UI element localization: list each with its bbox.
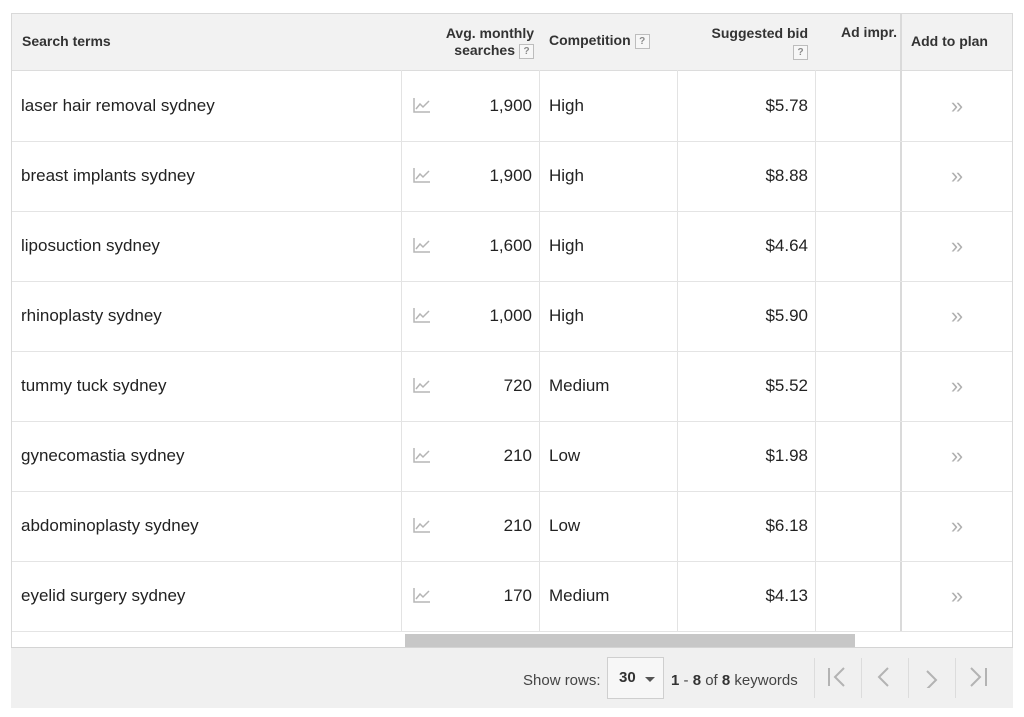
trend-chart-icon[interactable] <box>413 351 431 421</box>
table-header: Search terms Avg. monthly searches? Comp… <box>12 14 1012 71</box>
suggested-bid: $8.88 <box>765 166 808 185</box>
search-term: eyelid surgery sydney <box>21 586 186 605</box>
trend-chart-icon[interactable] <box>413 141 431 211</box>
add-to-plan-chevron-icon[interactable]: » <box>947 281 967 351</box>
competition: Low <box>549 516 581 535</box>
avg-monthly-searches: 210 <box>503 516 532 535</box>
competition: High <box>549 166 584 185</box>
table-row: laser hair removal sydney 1,900 High $5.78 » <box>12 71 1012 142</box>
table-row: liposuction sydney 1,600 High $4.64 » <box>12 211 1012 282</box>
suggested-bid: $4.64 <box>765 236 808 255</box>
dropdown-caret-icon <box>645 677 655 682</box>
range-total: 8 <box>721 672 731 689</box>
previous-page-button[interactable] <box>861 654 907 700</box>
header-avg-line2: searches <box>454 42 515 58</box>
competition: High <box>549 306 584 325</box>
search-term: tummy tuck sydney <box>21 376 167 395</box>
competition: Medium <box>549 376 610 395</box>
suggested-bid: $5.78 <box>765 96 808 115</box>
avg-monthly-searches: 720 <box>503 376 532 395</box>
suggested-bid: $5.90 <box>765 306 808 325</box>
header-avg-line1: Avg. monthly <box>445 25 534 41</box>
trend-chart-icon[interactable] <box>413 281 431 351</box>
range-unit: keywords <box>730 672 798 689</box>
avg-monthly-searches: 170 <box>503 586 532 605</box>
table-row: breast implants sydney 1,900 High $8.88 » <box>12 141 1012 212</box>
avg-monthly-searches: 1,600 <box>489 236 532 255</box>
trend-chart-icon[interactable] <box>413 71 431 141</box>
search-term: liposuction sydney <box>21 236 160 255</box>
header-competition-label: Competition <box>549 32 631 48</box>
competition: Medium <box>549 586 610 605</box>
add-to-plan-chevron-icon[interactable]: » <box>947 561 967 631</box>
last-page-button[interactable] <box>955 654 1001 700</box>
range-of: of <box>701 672 722 689</box>
suggested-bid: $4.13 <box>765 586 808 605</box>
keyword-results-panel: Search terms Avg. monthly searches? Comp… <box>11 13 1013 708</box>
competition: Low <box>549 446 581 465</box>
competition: High <box>549 96 584 115</box>
search-term: breast implants sydney <box>21 166 195 185</box>
keyword-table: Search terms Avg. monthly searches? Comp… <box>11 13 1013 648</box>
chevron-right-icon <box>926 670 938 688</box>
table-row: rhinoplasty sydney 1,000 High $5.90 » <box>12 281 1012 352</box>
avg-monthly-searches: 1,900 <box>489 166 532 185</box>
chevron-left-icon <box>877 667 889 687</box>
search-term: rhinoplasty sydney <box>21 306 162 325</box>
help-icon[interactable]: ? <box>634 33 650 49</box>
first-page-icon <box>828 667 845 687</box>
search-term: abdominoplasty sydney <box>21 516 199 535</box>
rows-per-page-select[interactable]: 30 <box>607 657 664 699</box>
help-icon[interactable]: ? <box>793 44 808 60</box>
add-to-plan-chevron-icon[interactable]: » <box>947 211 967 281</box>
trend-chart-icon[interactable] <box>413 491 431 561</box>
avg-monthly-searches: 210 <box>503 446 532 465</box>
trend-chart-icon[interactable] <box>413 211 431 281</box>
competition: High <box>549 236 584 255</box>
suggested-bid: $6.18 <box>765 516 808 535</box>
show-rows-label: Show rows: <box>523 672 601 689</box>
table-row: tummy tuck sydney 720 Medium $5.52 » <box>12 351 1012 422</box>
trend-chart-icon[interactable] <box>413 421 431 491</box>
suggested-bid: $5.52 <box>765 376 808 395</box>
range-separator: - <box>679 672 693 689</box>
add-to-plan-chevron-icon[interactable]: » <box>947 351 967 421</box>
table-row: eyelid surgery sydney 170 Medium $4.13 » <box>12 561 1012 632</box>
table-row: abdominoplasty sydney 210 Low $6.18 » <box>12 491 1012 562</box>
header-suggested-bid-label: Suggested bid <box>711 25 808 41</box>
add-to-plan-chevron-icon[interactable]: » <box>947 491 967 561</box>
suggested-bid: $1.98 <box>765 446 808 465</box>
trend-chart-icon[interactable] <box>413 561 431 631</box>
next-page-button[interactable] <box>908 654 954 700</box>
avg-monthly-searches: 1,900 <box>489 96 532 115</box>
avg-monthly-searches: 1,000 <box>489 306 532 325</box>
header-search-terms[interactable]: Search terms <box>22 33 111 49</box>
rows-per-page-value: 30 <box>619 669 636 686</box>
range-end: 8 <box>692 672 702 689</box>
help-icon[interactable]: ? <box>519 43 534 59</box>
search-term: laser hair removal sydney <box>21 96 215 115</box>
search-term: gynecomastia sydney <box>21 446 185 465</box>
add-to-plan-chevron-icon[interactable]: » <box>947 421 967 491</box>
first-page-button[interactable] <box>814 654 860 700</box>
add-to-plan-chevron-icon[interactable]: » <box>947 71 967 141</box>
last-page-icon <box>970 667 987 687</box>
add-to-plan-chevron-icon[interactable]: » <box>947 141 967 211</box>
pagination-footer: Show rows: 30 1 - 8 of 8 keywords <box>11 647 1013 708</box>
table-row: gynecomastia sydney 210 Low $1.98 » <box>12 421 1012 492</box>
pagination-range: 1 - 8 of 8 keywords <box>671 672 798 689</box>
horizontal-scrollbar-thumb[interactable] <box>405 634 855 648</box>
